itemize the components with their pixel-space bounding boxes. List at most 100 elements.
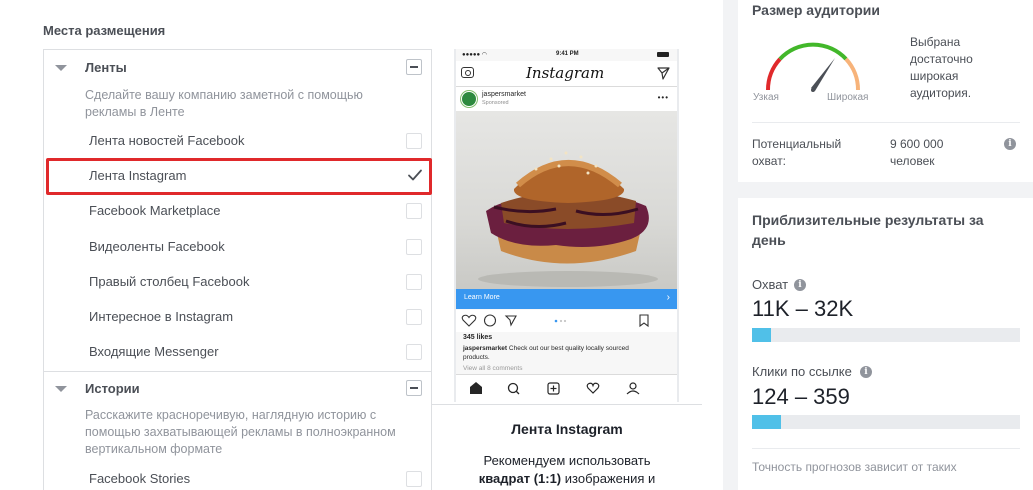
preview-recommendation: Рекомендуем использовать квадрат (1:1) и… [432, 452, 702, 488]
placement-checkbox[interactable] [406, 203, 422, 219]
placement-item-facebook-video-feeds[interactable]: Видеоленты Facebook [44, 230, 431, 265]
collapse-triangle-icon[interactable] [55, 65, 67, 71]
instagram-logo: Instagram [526, 64, 605, 82]
instagram-bottom-nav [456, 374, 677, 402]
instagram-top-bar: Instagram [456, 61, 677, 87]
highlight-frame [46, 158, 432, 195]
stories-group-description: Расскажите красноречивую, наглядную исто… [85, 408, 396, 456]
learn-more-label: Learn More [464, 294, 500, 301]
feeds-group-header[interactable]: Ленты [44, 50, 431, 86]
placements-title: Места размещения [43, 23, 166, 38]
learn-more-bar[interactable]: Learn More › [456, 289, 677, 309]
audience-size-card: Размер аудитории Узкая Широкая Выбрана д… [738, 0, 1033, 182]
placement-checkbox[interactable] [406, 239, 422, 255]
chevron-right-icon: › [666, 292, 670, 303]
info-icon[interactable]: i [1004, 138, 1016, 150]
recommendation-format: квадрат (1:1) [478, 471, 562, 486]
placement-checkbox[interactable] [406, 344, 422, 360]
placement-checkbox[interactable] [406, 274, 422, 290]
recommendation-line-2: квадрат (1:1) изображения и [432, 470, 702, 488]
more-options-icon: ••• [657, 93, 669, 102]
daily-results-card: Приблизительные результаты за день Охват… [738, 198, 1033, 490]
camera-icon [461, 67, 474, 78]
card-separator [752, 448, 1020, 449]
ad-preview-panel: ●●●●● ◠ 9:41 PM Instagram jaspersmarket … [432, 49, 702, 490]
recommendation-rest: изображения и [564, 471, 656, 486]
clicks-metric-value: 124 – 359 [752, 384, 850, 409]
post-username: jaspersmarket [482, 91, 526, 98]
placements-panel: Ленты Сделайте вашу компанию заметной с … [43, 49, 432, 490]
placement-item-instagram-explore[interactable]: Интересное в Instagram [44, 300, 431, 335]
daily-results-title-line: день [752, 232, 786, 248]
reach-metric-value: 11K – 32K [752, 296, 854, 321]
audience-status-line: Выбрана [910, 35, 961, 49]
preview-divider [432, 404, 702, 405]
info-icon[interactable]: i [860, 366, 872, 378]
view-comments-link[interactable]: View all 8 comments [463, 365, 523, 372]
potential-reach-label-line: Потенциальный [752, 137, 842, 151]
feeds-group-description: Сделайте вашу компанию заметной с помощь… [85, 88, 363, 119]
reach-range-bar [752, 328, 1020, 342]
advertiser-avatar [461, 91, 477, 107]
daily-results-title-line: Приблизительные результаты за [752, 212, 984, 228]
direct-send-icon [657, 67, 670, 80]
gauge-low-label: Узкая [753, 92, 779, 103]
placement-label: Входящие Messenger [89, 344, 219, 359]
potential-reach-label: Потенциальный охват: [752, 136, 841, 170]
potential-reach-label-line: охват: [752, 154, 787, 168]
placement-label: Лента новостей Facebook [89, 133, 245, 148]
stories-group-header[interactable]: Истории [44, 371, 431, 407]
recommendation-line-1: Рекомендуем использовать [483, 453, 651, 468]
card-separator [752, 122, 1020, 123]
estimates-sidebar: Размер аудитории Узкая Широкая Выбрана д… [723, 0, 1033, 490]
placement-label: Правый столбец Facebook [89, 274, 250, 289]
placement-label: Интересное в Instagram [89, 309, 234, 324]
status-time: 9:41 PM [556, 51, 579, 57]
placement-checkbox[interactable] [406, 309, 422, 325]
placement-label: Facebook Marketplace [89, 203, 221, 218]
stories-group-label: Истории [85, 381, 140, 396]
potential-reach-value-line: 9 600 000 [890, 137, 944, 151]
placement-checkbox[interactable] [406, 133, 422, 149]
placement-item-facebook-marketplace[interactable]: Facebook Marketplace [44, 194, 431, 229]
signal-icon: ●●●●● ◠ [462, 52, 488, 58]
estimate-accuracy-note: Точность прогнозов зависит от таких [752, 460, 957, 474]
battery-icon [657, 52, 669, 57]
info-icon[interactable]: i [794, 279, 806, 291]
post-actions-bar [456, 310, 677, 332]
ad-placement-screen: Места размещения Ленты Сделайте вашу ком… [0, 0, 1033, 490]
clicks-metric-label: Клики по ссылке [752, 364, 852, 379]
clicks-range-bar [752, 415, 1020, 429]
audience-size-title: Размер аудитории [752, 2, 881, 18]
sponsored-label: Sponsored [482, 100, 509, 106]
audience-status-text: Выбрана достаточно широкая аудитория. [910, 34, 973, 102]
placement-item-messenger-inbox[interactable]: Входящие Messenger [44, 335, 431, 370]
phone-status-bar: ●●●●● ◠ 9:41 PM [456, 49, 677, 61]
collapse-triangle-icon[interactable] [55, 386, 67, 392]
audience-status-line: достаточно [910, 52, 973, 66]
daily-results-title: Приблизительные результаты за день [752, 210, 984, 250]
preview-placement-title: Лента Instagram [511, 421, 623, 437]
audience-status-line: аудитория. [910, 86, 972, 100]
caption-username: jaspersmarket [463, 345, 508, 352]
feeds-group-toggle-checkbox[interactable] [406, 59, 422, 75]
post-caption: jaspersmarket Check out our best quality… [463, 345, 653, 362]
bottom-nav-icons [470, 382, 640, 395]
placement-checkbox[interactable] [406, 471, 422, 487]
feeds-group-label: Ленты [85, 60, 127, 75]
gauge-high-label: Широкая [827, 92, 869, 103]
placement-label: Видеоленты Facebook [89, 239, 225, 254]
clicks-range-fill [752, 415, 782, 429]
stories-group-toggle-checkbox[interactable] [406, 380, 422, 396]
placement-item-facebook-stories[interactable]: Facebook Stories [44, 462, 431, 490]
reach-range-fill [752, 328, 771, 342]
audience-status-line: широкая [910, 69, 959, 83]
placement-item-facebook-right-column[interactable]: Правый столбец Facebook [44, 265, 431, 300]
potential-reach-value: 9 600 000 человек [890, 136, 943, 170]
phone-mockup: ●●●●● ◠ 9:41 PM Instagram jaspersmarket … [454, 49, 679, 402]
burger-illustration [478, 151, 658, 287]
post-action-icons [461, 314, 649, 328]
placement-label: Facebook Stories [89, 471, 191, 486]
placement-item-facebook-feed[interactable]: Лента новостей Facebook [44, 124, 431, 159]
reach-metric-label: Охват [752, 277, 789, 292]
